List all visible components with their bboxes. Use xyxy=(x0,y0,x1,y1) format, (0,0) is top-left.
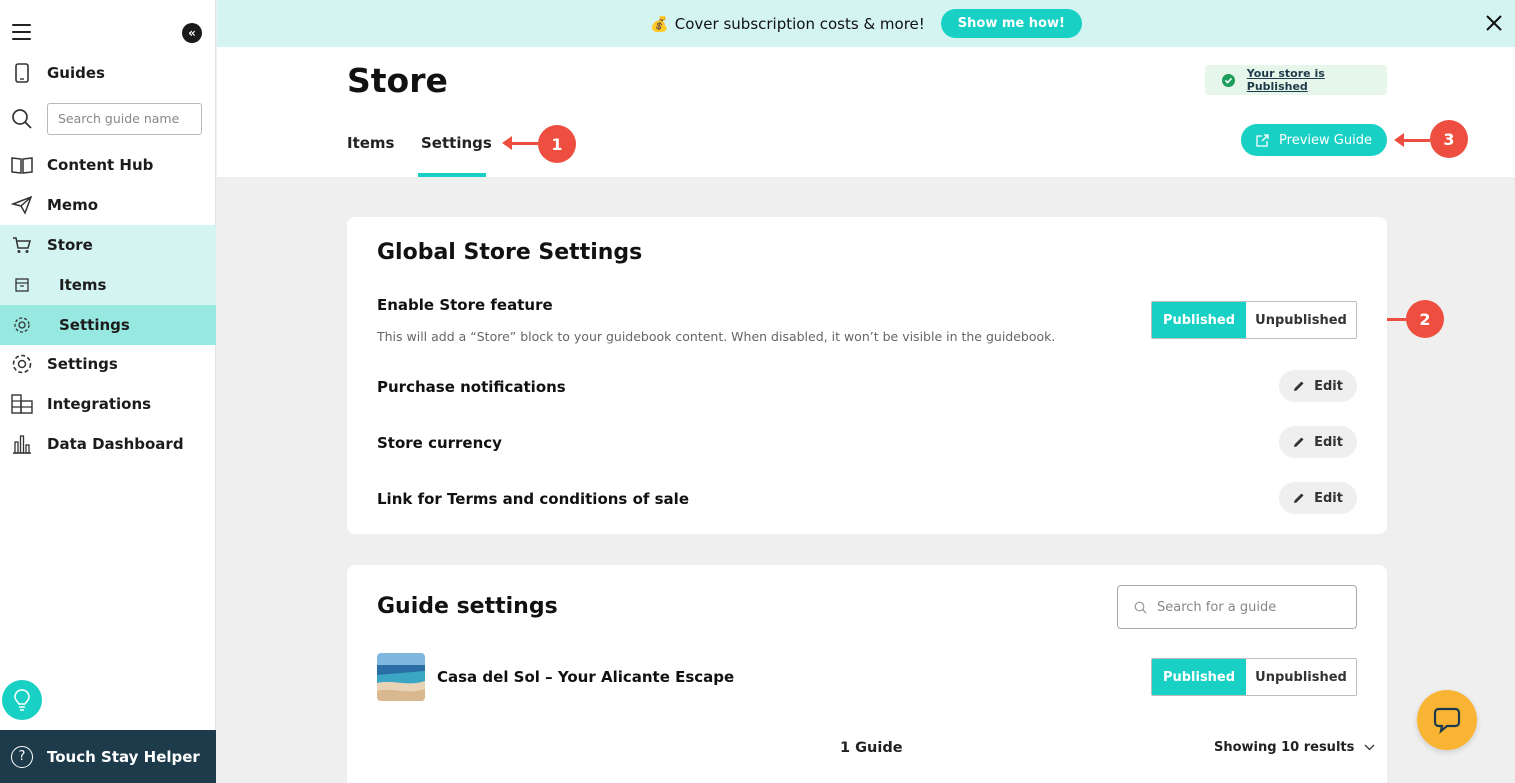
unpublished-option[interactable]: Unpublished xyxy=(1246,659,1356,695)
sidebar-item-label: Guides xyxy=(47,64,105,82)
chat-launcher-button[interactable] xyxy=(1417,690,1477,750)
gear-icon xyxy=(11,314,33,336)
page-title: Store xyxy=(347,61,448,100)
edit-label: Edit xyxy=(1314,378,1343,394)
sidebar-item-label: Items xyxy=(59,276,107,294)
sidebar-item-content-hub[interactable]: Content Hub xyxy=(0,145,216,185)
bar-chart-icon xyxy=(11,433,33,455)
unpublished-option[interactable]: Unpublished xyxy=(1246,302,1356,338)
edit-purchase-notifications-button[interactable]: Edit xyxy=(1279,370,1357,402)
pencil-icon xyxy=(1294,437,1304,447)
annotation-arrow-1 xyxy=(502,136,538,150)
sidebar-item-label: Store xyxy=(47,236,93,254)
cart-icon xyxy=(11,234,33,256)
sidebar-item-label: Settings xyxy=(59,316,130,334)
chat-bubble-icon xyxy=(1433,707,1461,734)
edit-label: Edit xyxy=(1314,434,1343,450)
annotation-marker-3: 3 xyxy=(1430,120,1468,158)
sidebar-item-data-dashboard[interactable]: Data Dashboard xyxy=(0,424,216,464)
annotation-marker-1: 1 xyxy=(538,125,576,163)
pencil-icon xyxy=(1294,381,1304,391)
edit-label: Edit xyxy=(1314,490,1343,506)
menu-icon[interactable] xyxy=(12,24,31,40)
pencil-icon xyxy=(1294,493,1304,503)
annotation-arrow-3 xyxy=(1394,133,1430,147)
terms-link-label: Link for Terms and conditions of sale xyxy=(377,490,689,508)
global-store-settings-card: Global Store Settings Enable Store featu… xyxy=(347,217,1387,534)
sidebar: « Guides Search guide name Content Hub M… xyxy=(0,0,216,783)
sidebar-item-store[interactable]: Store xyxy=(0,225,216,265)
helper-label: Touch Stay Helper xyxy=(47,747,200,766)
collapse-sidebar-icon[interactable]: « xyxy=(182,23,202,43)
results-per-page-select[interactable]: Showing 10 results xyxy=(1214,740,1375,755)
sidebar-item-label: Integrations xyxy=(47,395,152,413)
close-icon[interactable] xyxy=(1484,13,1504,33)
sidebar-item-settings[interactable]: Settings xyxy=(0,344,216,384)
results-per-page-label: Showing 10 results xyxy=(1214,740,1355,755)
sidebar-item-integrations[interactable]: Integrations xyxy=(0,384,216,424)
check-circle-icon xyxy=(1222,73,1235,87)
section-title: Global Store Settings xyxy=(377,240,643,265)
preview-guide-button[interactable]: Preview Guide xyxy=(1241,124,1387,156)
show-me-how-button[interactable]: Show me how! xyxy=(940,9,1082,38)
page-header: Store Items Settings Your store is Publi… xyxy=(217,47,1515,177)
store-currency-label: Store currency xyxy=(377,434,502,452)
purchase-notifications-label: Purchase notifications xyxy=(377,378,566,396)
sidebar-item-memo[interactable]: Memo xyxy=(0,185,216,225)
store-status-link[interactable]: Your store is Published xyxy=(1247,67,1387,93)
book-icon xyxy=(11,154,33,176)
published-option[interactable]: Published xyxy=(1152,659,1246,695)
tab-settings[interactable]: Settings xyxy=(421,134,492,152)
question-icon: ? xyxy=(11,745,33,768)
chevron-down-icon xyxy=(1364,744,1375,751)
sidebar-item-guides[interactable]: Guides xyxy=(0,53,216,93)
sidebar-item-label: Memo xyxy=(47,196,99,214)
search-icon xyxy=(1134,601,1147,613)
edit-store-currency-button[interactable]: Edit xyxy=(1279,426,1357,458)
tab-items[interactable]: Items xyxy=(347,134,394,152)
guide-name[interactable]: Casa del Sol – Your Alicante Escape xyxy=(437,668,734,686)
guide-publish-toggle: Published Unpublished xyxy=(1151,658,1357,696)
edit-terms-link-button[interactable]: Edit xyxy=(1279,482,1357,514)
store-publish-toggle: Published Unpublished xyxy=(1151,301,1357,339)
annotation-marker-2: 2 xyxy=(1406,300,1444,338)
enable-store-label: Enable Store feature xyxy=(377,296,553,314)
search-icon xyxy=(10,107,34,131)
guide-search-field[interactable]: Search for a guide xyxy=(1117,585,1357,629)
archive-icon xyxy=(11,274,33,296)
paper-plane-icon xyxy=(11,194,33,216)
section-title: Guide settings xyxy=(377,594,558,619)
touch-stay-helper-button[interactable]: ? Touch Stay Helper xyxy=(0,730,216,783)
guide-settings-card: Guide settings Search for a guide Casa d… xyxy=(347,565,1387,783)
sidebar-item-label: Settings xyxy=(47,355,118,373)
phone-icon xyxy=(11,62,33,84)
guide-search-input[interactable]: Search guide name xyxy=(47,103,202,135)
promo-banner: 💰 Cover subscription costs & more! Show … xyxy=(217,0,1515,47)
money-bag-icon: 💰 xyxy=(650,14,669,33)
store-status-badge: Your store is Published xyxy=(1205,65,1387,95)
banner-text: Cover subscription costs & more! xyxy=(674,14,925,33)
gear-icon xyxy=(11,353,33,375)
active-tab-indicator xyxy=(418,173,486,177)
sidebar-item-label: Data Dashboard xyxy=(47,435,184,453)
lightbulb-icon[interactable] xyxy=(2,680,42,720)
sidebar-item-label: Content Hub xyxy=(47,156,154,174)
sidebar-item-store-items[interactable]: Items xyxy=(0,265,216,305)
guide-search-placeholder: Search for a guide xyxy=(1157,599,1277,615)
sidebar-item-store-settings[interactable]: Settings xyxy=(0,305,216,345)
guide-count: 1 Guide xyxy=(840,740,903,756)
building-icon xyxy=(11,393,33,415)
enable-store-description: This will add a “Store” block to your gu… xyxy=(377,329,1056,344)
published-option[interactable]: Published xyxy=(1152,302,1246,338)
preview-guide-label: Preview Guide xyxy=(1279,132,1372,148)
external-link-icon xyxy=(1256,133,1269,147)
guide-thumbnail xyxy=(377,653,425,701)
